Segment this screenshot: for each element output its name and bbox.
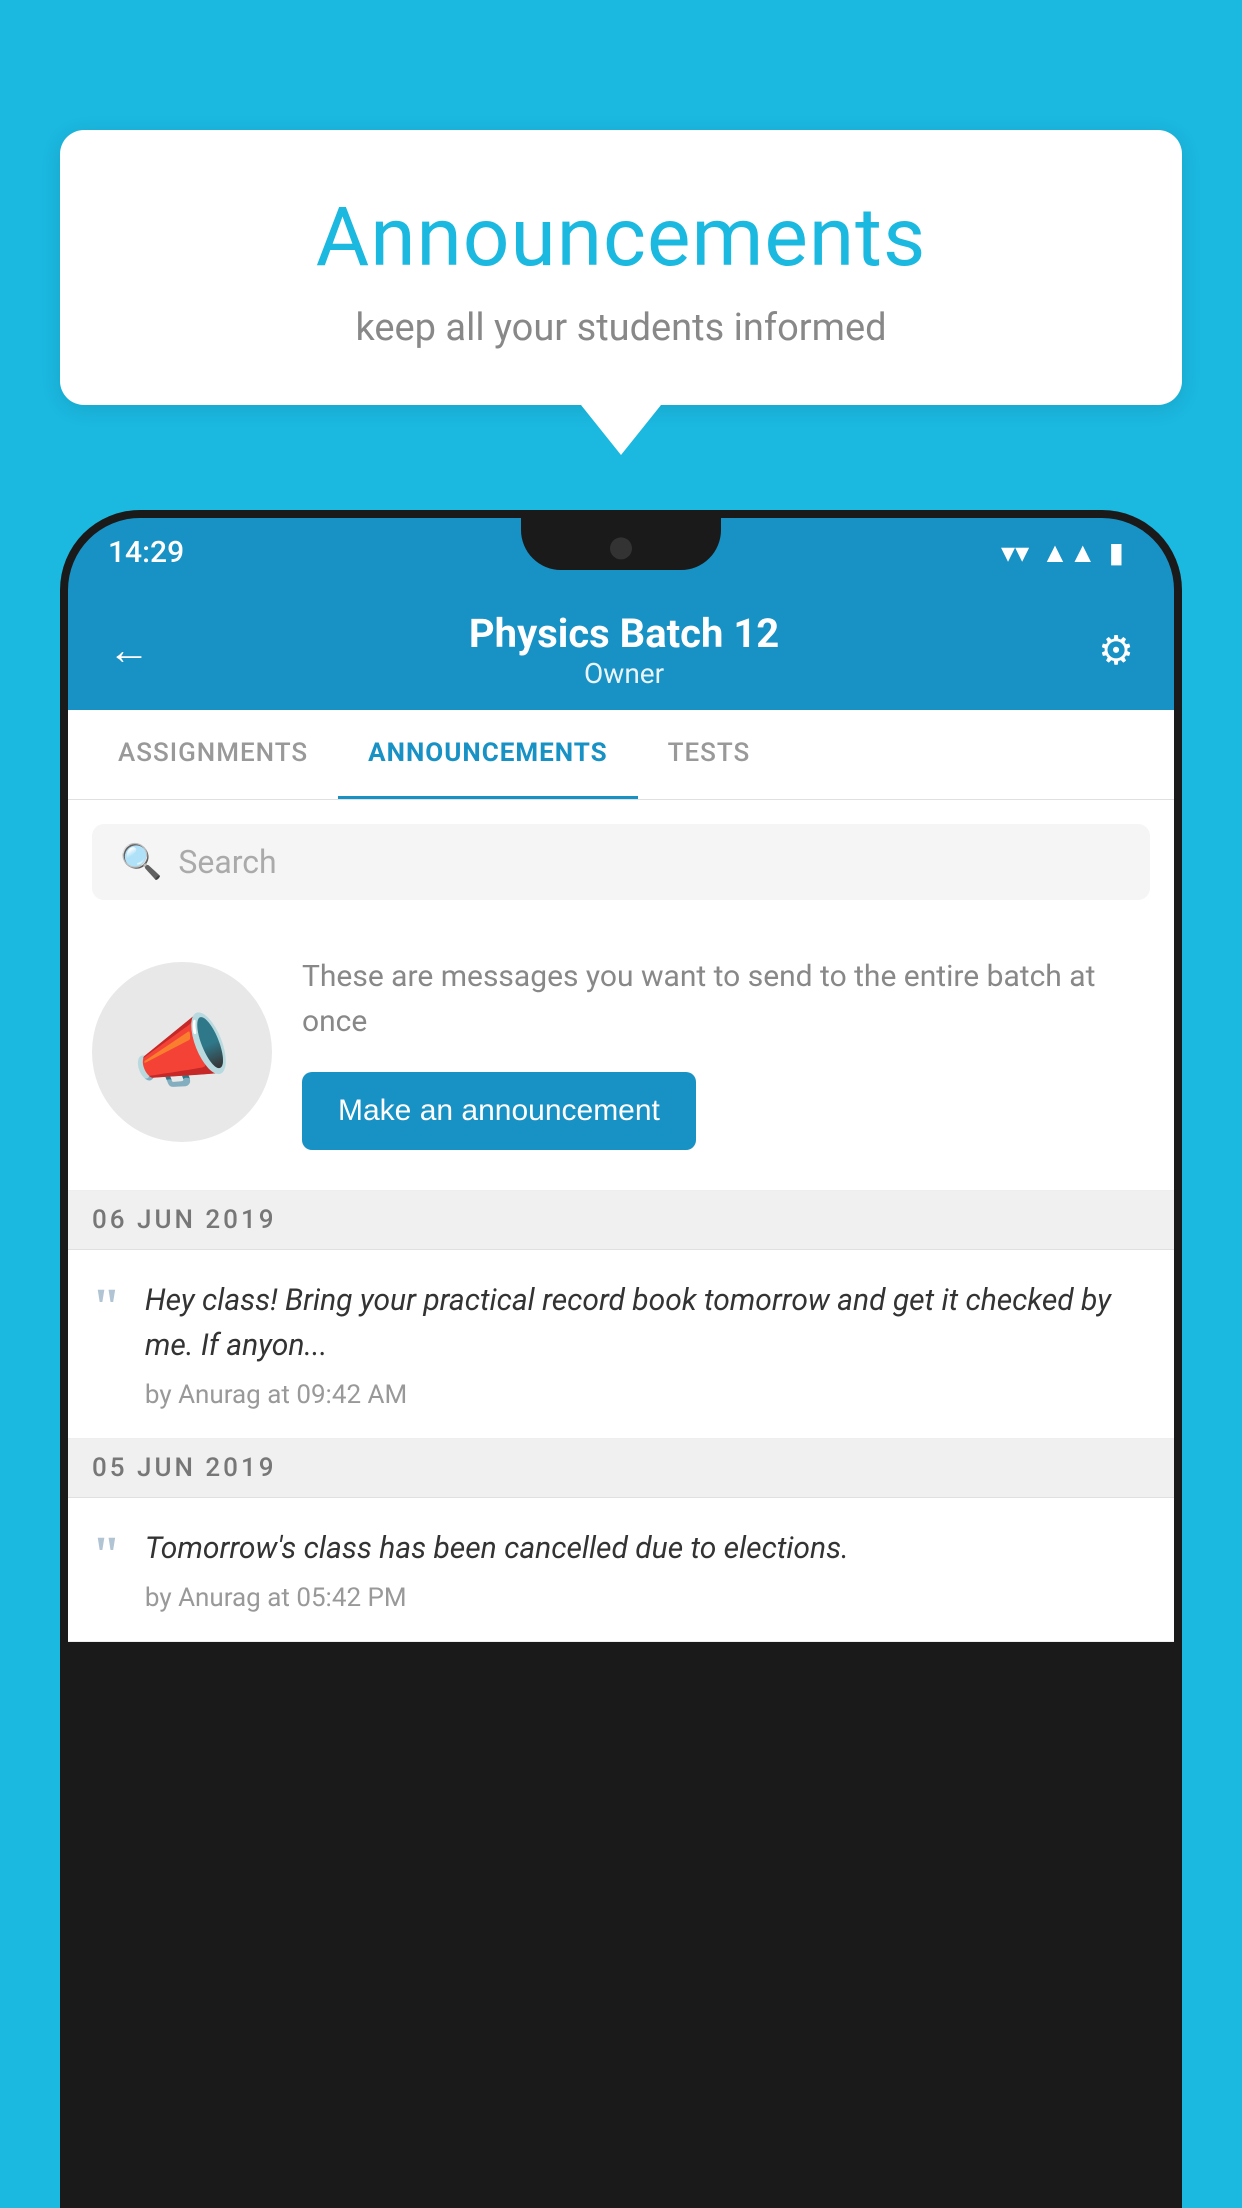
empty-state-right: These are messages you want to send to t… bbox=[302, 954, 1150, 1150]
status-icons: ▾▾ ▲▲ ▮ bbox=[1001, 536, 1124, 569]
announcement-item-1[interactable]: " Hey class! Bring your practical record… bbox=[68, 1250, 1174, 1439]
announcement-meta-2: by Anurag at 05:42 PM bbox=[145, 1583, 1150, 1613]
signal-icon: ▲▲ bbox=[1041, 536, 1096, 569]
quote-icon-2: " bbox=[92, 1530, 121, 1582]
phone-screen: 🔍 Search 📣 These are messages you want t… bbox=[68, 800, 1174, 1642]
speech-bubble: Announcements keep all your students inf… bbox=[60, 130, 1182, 405]
announcement-content-2: Tomorrow's class has been cancelled due … bbox=[145, 1526, 1150, 1613]
status-time: 14:29 bbox=[108, 535, 184, 570]
quote-icon-1: " bbox=[92, 1282, 121, 1334]
speech-bubble-title: Announcements bbox=[120, 190, 1122, 286]
phone-notch bbox=[521, 518, 721, 570]
date-separator-1: 06 JUN 2019 bbox=[68, 1191, 1174, 1250]
wifi-icon: ▾▾ bbox=[1001, 536, 1029, 569]
app-header: ← Physics Batch 12 Owner ⚙ bbox=[68, 586, 1174, 710]
speech-bubble-container: Announcements keep all your students inf… bbox=[60, 130, 1182, 455]
empty-state-text: These are messages you want to send to t… bbox=[302, 954, 1150, 1044]
tabs-container: ASSIGNMENTS ANNOUNCEMENTS TESTS bbox=[68, 710, 1174, 800]
search-icon: 🔍 bbox=[120, 842, 162, 882]
announcement-meta-1: by Anurag at 09:42 AM bbox=[145, 1380, 1150, 1410]
phone-inner: 14:29 ▾▾ ▲▲ ▮ ← Physics Batch 12 Owner ⚙… bbox=[68, 518, 1174, 2208]
announcement-item-2[interactable]: " Tomorrow's class has been cancelled du… bbox=[68, 1498, 1174, 1642]
camera bbox=[610, 537, 632, 559]
speech-bubble-subtitle: keep all your students informed bbox=[120, 306, 1122, 350]
date-separator-2: 05 JUN 2019 bbox=[68, 1439, 1174, 1498]
batch-subtitle: Owner bbox=[150, 657, 1098, 690]
megaphone-icon: 📣 bbox=[132, 1005, 232, 1099]
make-announcement-button[interactable]: Make an announcement bbox=[302, 1072, 696, 1150]
settings-icon[interactable]: ⚙ bbox=[1098, 627, 1134, 674]
batch-title: Physics Batch 12 bbox=[150, 610, 1098, 657]
search-bar[interactable]: 🔍 Search bbox=[92, 824, 1150, 900]
battery-icon: ▮ bbox=[1109, 536, 1124, 569]
phone-frame: 14:29 ▾▾ ▲▲ ▮ ← Physics Batch 12 Owner ⚙… bbox=[60, 510, 1182, 2208]
empty-state: 📣 These are messages you want to send to… bbox=[68, 924, 1174, 1191]
header-title-group: Physics Batch 12 Owner bbox=[150, 610, 1098, 690]
back-button[interactable]: ← bbox=[108, 626, 150, 675]
tab-tests[interactable]: TESTS bbox=[638, 710, 781, 799]
tab-assignments[interactable]: ASSIGNMENTS bbox=[88, 710, 338, 799]
announcement-text-1: Hey class! Bring your practical record b… bbox=[145, 1278, 1150, 1368]
search-placeholder: Search bbox=[178, 843, 276, 881]
announcement-text-2: Tomorrow's class has been cancelled due … bbox=[145, 1526, 1150, 1571]
announcement-icon-circle: 📣 bbox=[92, 962, 272, 1142]
announcement-content-1: Hey class! Bring your practical record b… bbox=[145, 1278, 1150, 1410]
speech-bubble-tail bbox=[581, 405, 661, 455]
tab-announcements[interactable]: ANNOUNCEMENTS bbox=[338, 710, 637, 799]
